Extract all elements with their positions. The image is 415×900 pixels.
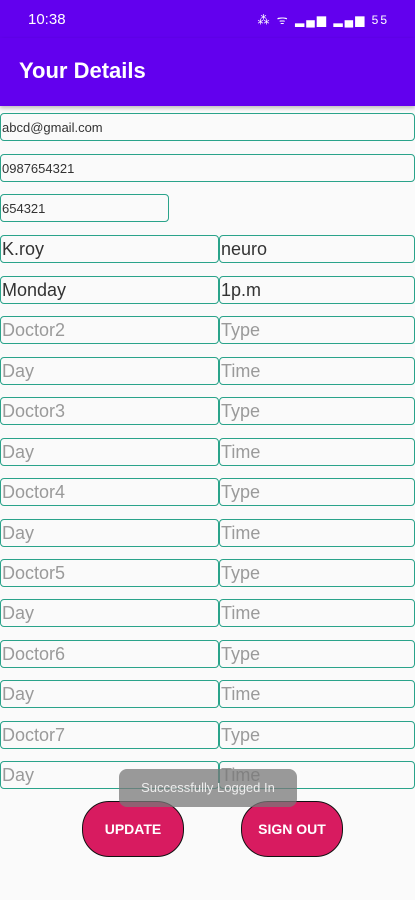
app-bar: Your Details bbox=[0, 38, 415, 106]
doctor4-field[interactable] bbox=[0, 478, 219, 506]
type5-field[interactable] bbox=[219, 559, 415, 587]
type3-field[interactable] bbox=[219, 397, 415, 425]
type7-field[interactable] bbox=[219, 721, 415, 749]
email-field[interactable] bbox=[0, 113, 415, 141]
day2-field[interactable] bbox=[0, 357, 219, 385]
doctor7-field[interactable] bbox=[0, 721, 219, 749]
time2-field[interactable] bbox=[219, 357, 415, 385]
day6-field[interactable] bbox=[0, 680, 219, 708]
doctor3-field[interactable] bbox=[0, 397, 219, 425]
doctor5-field[interactable] bbox=[0, 559, 219, 587]
doctor6-field[interactable] bbox=[0, 640, 219, 668]
password-field[interactable] bbox=[0, 194, 169, 222]
page-title: Your Details bbox=[19, 58, 146, 83]
doctor1-field[interactable] bbox=[0, 235, 219, 263]
time1-field[interactable] bbox=[219, 276, 415, 304]
status-icons: ⁂ ᯤ ▂▄▆ ▂▄▆ 55 bbox=[257, 13, 389, 27]
status-time: 10:38 bbox=[28, 11, 66, 28]
type1-field[interactable] bbox=[219, 235, 415, 263]
day3-field[interactable] bbox=[0, 438, 219, 466]
day5-field[interactable] bbox=[0, 599, 219, 627]
day4-field[interactable] bbox=[0, 519, 219, 547]
status-bar: 10:38 ⁂ ᯤ ▂▄▆ ▂▄▆ 55 bbox=[0, 0, 415, 38]
sign-out-button[interactable]: SIGN OUT bbox=[241, 801, 343, 857]
update-button[interactable]: UPDATE bbox=[82, 801, 184, 857]
phone-field[interactable] bbox=[0, 154, 415, 182]
time4-field[interactable] bbox=[219, 519, 415, 547]
type4-field[interactable] bbox=[219, 478, 415, 506]
doctor2-field[interactable] bbox=[0, 316, 219, 344]
toast-message: Successfully Logged In bbox=[119, 769, 297, 807]
type6-field[interactable] bbox=[219, 640, 415, 668]
day1-field[interactable] bbox=[0, 276, 219, 304]
type2-field[interactable] bbox=[219, 316, 415, 344]
time6-field[interactable] bbox=[219, 680, 415, 708]
time5-field[interactable] bbox=[219, 599, 415, 627]
time3-field[interactable] bbox=[219, 438, 415, 466]
